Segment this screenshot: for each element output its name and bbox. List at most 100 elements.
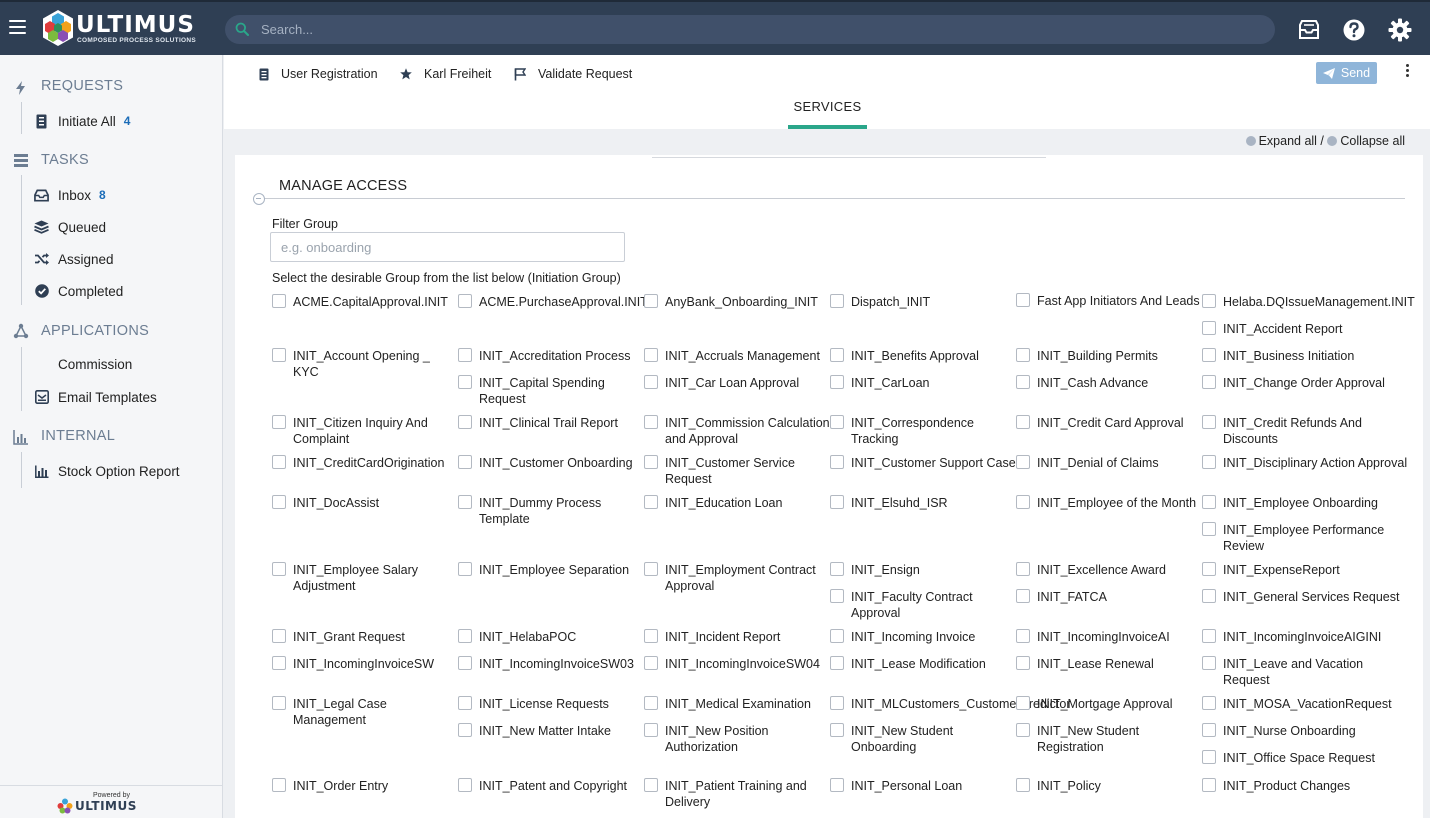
group-checkbox[interactable]: [830, 415, 844, 429]
group-checkbox[interactable]: [1016, 495, 1030, 509]
group-checkbox[interactable]: [1202, 294, 1216, 308]
group-checkbox[interactable]: [1202, 696, 1216, 710]
filter-group-input[interactable]: [270, 232, 625, 262]
group-checkbox[interactable]: [644, 375, 658, 389]
group-checkbox[interactable]: [830, 495, 844, 509]
group-checkbox[interactable]: [1202, 455, 1216, 469]
inbox-tray-icon[interactable]: [1296, 17, 1322, 43]
group-checkbox[interactable]: [830, 348, 844, 362]
expand-all-link[interactable]: Expand all: [1245, 134, 1317, 148]
sidebar-item-assigned[interactable]: Assigned: [34, 248, 114, 270]
group-checkbox[interactable]: [272, 294, 286, 308]
group-checkbox[interactable]: [1202, 562, 1216, 576]
more-options-icon[interactable]: [1402, 64, 1412, 80]
sidebar-item-email-templates[interactable]: Email Templates: [34, 386, 157, 408]
group-checkbox[interactable]: [458, 375, 472, 389]
collapse-all-link[interactable]: Collapse all: [1327, 134, 1405, 148]
sidebar-item-queued[interactable]: Queued: [34, 216, 106, 238]
group-checkbox[interactable]: [1202, 348, 1216, 362]
sidebar-item-inbox[interactable]: Inbox 8: [34, 184, 106, 206]
group-checkbox[interactable]: [1202, 321, 1216, 335]
group-checkbox[interactable]: [644, 415, 658, 429]
group-checkbox[interactable]: [272, 455, 286, 469]
group-checkbox[interactable]: [272, 415, 286, 429]
group-checkbox[interactable]: [458, 294, 472, 308]
group-checkbox[interactable]: [1202, 415, 1216, 429]
group-checkbox[interactable]: [830, 375, 844, 389]
group-checkbox[interactable]: [1016, 562, 1030, 576]
group-checkbox[interactable]: [1202, 495, 1216, 509]
group-checkbox[interactable]: [458, 723, 472, 737]
group-checkbox[interactable]: [644, 455, 658, 469]
group-checkbox[interactable]: [830, 294, 844, 308]
group-checkbox[interactable]: [1202, 778, 1216, 792]
group-checkbox[interactable]: [1016, 656, 1030, 670]
group-checkbox[interactable]: [272, 656, 286, 670]
group-checkbox[interactable]: [1202, 750, 1216, 764]
group-checkbox[interactable]: [830, 562, 844, 576]
tab-services[interactable]: SERVICES: [788, 99, 867, 129]
crumb-user-name[interactable]: Karl Freiheit: [400, 66, 491, 82]
group-checkbox[interactable]: [1016, 778, 1030, 792]
group-checkbox[interactable]: [1202, 375, 1216, 389]
group-checkbox[interactable]: [458, 562, 472, 576]
group-checkbox[interactable]: [644, 495, 658, 509]
group-checkbox[interactable]: [1016, 348, 1030, 362]
sidebar-item-initiate-all[interactable]: Initiate All 4: [34, 110, 130, 132]
group-checkbox[interactable]: [1016, 629, 1030, 643]
ultimus-logo[interactable]: ULTIMUS COMPOSED PROCESS SOLUTIONS: [41, 9, 206, 49]
crumb-user-registration[interactable]: User Registration: [259, 66, 378, 82]
sidebar-item-completed[interactable]: Completed: [34, 280, 123, 302]
group-checkbox[interactable]: [1202, 723, 1216, 737]
group-checkbox[interactable]: [644, 294, 658, 308]
group-checkbox[interactable]: [1016, 415, 1030, 429]
group-checkbox[interactable]: [458, 415, 472, 429]
group-checkbox[interactable]: [1202, 629, 1216, 643]
group-checkbox[interactable]: [1202, 589, 1216, 603]
group-checkbox[interactable]: [830, 455, 844, 469]
group-checkbox[interactable]: [830, 723, 844, 737]
group-checkbox[interactable]: [644, 723, 658, 737]
group-checkbox[interactable]: [1016, 293, 1030, 307]
search-input[interactable]: [261, 20, 1241, 39]
group-checkbox[interactable]: [830, 656, 844, 670]
group-checkbox[interactable]: [458, 455, 472, 469]
group-checkbox[interactable]: [830, 589, 844, 603]
settings-gear-icon[interactable]: [1387, 17, 1413, 43]
group-checkbox[interactable]: [1016, 723, 1030, 737]
group-checkbox[interactable]: [1202, 656, 1216, 670]
crumb-validate-request[interactable]: Validate Request: [514, 66, 632, 82]
group-checkbox[interactable]: [458, 656, 472, 670]
group-checkbox[interactable]: [1016, 696, 1030, 710]
group-checkbox[interactable]: [830, 696, 844, 710]
group-checkbox[interactable]: [272, 348, 286, 362]
group-checkbox[interactable]: [644, 629, 658, 643]
group-checkbox[interactable]: [644, 562, 658, 576]
group-checkbox[interactable]: [644, 656, 658, 670]
group-checkbox[interactable]: [644, 696, 658, 710]
group-checkbox[interactable]: [458, 495, 472, 509]
group-checkbox[interactable]: [830, 778, 844, 792]
sidebar-item-commission[interactable]: Commission: [34, 353, 132, 375]
group-checkbox[interactable]: [1202, 522, 1216, 536]
group-checkbox[interactable]: [272, 495, 286, 509]
collapse-section-icon[interactable]: [253, 193, 265, 205]
help-icon[interactable]: [1341, 17, 1367, 43]
group-checkbox[interactable]: [1016, 589, 1030, 603]
group-checkbox[interactable]: [1016, 375, 1030, 389]
group-checkbox[interactable]: [458, 629, 472, 643]
group-checkbox[interactable]: [272, 696, 286, 710]
group-checkbox[interactable]: [272, 629, 286, 643]
sidebar-item-stock-option-report[interactable]: Stock Option Report: [34, 460, 180, 482]
group-checkbox[interactable]: [458, 348, 472, 362]
group-checkbox[interactable]: [644, 778, 658, 792]
group-checkbox[interactable]: [272, 778, 286, 792]
hamburger-menu-icon[interactable]: [9, 20, 26, 36]
group-checkbox[interactable]: [830, 629, 844, 643]
group-checkbox[interactable]: [1016, 455, 1030, 469]
group-checkbox[interactable]: [458, 778, 472, 792]
group-checkbox[interactable]: [644, 348, 658, 362]
send-button[interactable]: Send: [1316, 62, 1377, 84]
group-checkbox[interactable]: [272, 562, 286, 576]
group-checkbox[interactable]: [458, 696, 472, 710]
